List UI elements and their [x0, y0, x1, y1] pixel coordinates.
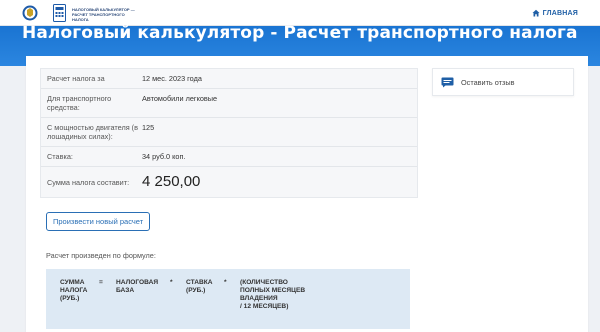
row-label: Ставка:	[47, 152, 73, 161]
result-table: Расчет налога за 12 мес. 2023 года Для т…	[40, 68, 418, 198]
home-link-label: ГЛАВНАЯ	[542, 9, 578, 17]
table-row: Ставка: 34 руб.0 коп.	[41, 147, 417, 167]
logo-text-line: НАЛОГА	[72, 17, 89, 22]
fns-emblem-icon[interactable]	[22, 4, 38, 22]
row-value: 125	[142, 123, 155, 132]
table-row: С мощностью двигателя (в лошадиных силах…	[41, 118, 417, 147]
total-value: 4 250,00	[142, 173, 201, 190]
formula-multiply: *	[170, 279, 173, 286]
new-calculation-button[interactable]: Произвести новый расчет	[46, 212, 151, 231]
page-title: Налоговый калькулятор - Расчет транспорт…	[22, 23, 578, 43]
formula-multiply: *	[224, 279, 227, 286]
formula-rate: СТАВКА (РУБ.)	[186, 279, 213, 294]
formula-sum: СУММА НАЛОГА (РУБ.)	[60, 279, 88, 302]
chat-bubble-icon	[441, 77, 454, 87]
total-row: Сумма налога составит: 4 250,00	[41, 167, 417, 197]
home-icon	[532, 9, 540, 17]
table-row: Для транспортного средства: Автомобили л…	[41, 89, 417, 118]
feedback-button[interactable]: Оставить отзыв	[432, 68, 574, 96]
row-value: 12 мес. 2023 года	[142, 74, 202, 83]
logo-text[interactable]: НАЛОГОВЫЙ КАЛЬКУЛЯТОР — РАСЧЕТ ТРАНСПОРТ…	[72, 7, 152, 22]
table-row: Расчет налога за 12 мес. 2023 года	[41, 69, 417, 89]
row-label: Для транспортного средства:	[47, 94, 112, 112]
total-label: Сумма налога составит:	[47, 177, 130, 187]
formula-base: НАЛОГОВАЯ БАЗА	[116, 279, 159, 294]
feedback-label: Оставить отзыв	[461, 77, 515, 87]
calculator-doc-icon[interactable]	[53, 4, 66, 22]
row-label: Расчет налога за	[47, 74, 105, 83]
main-card: Расчет налога за 12 мес. 2023 года Для т…	[26, 56, 588, 332]
formula-box: СУММА НАЛОГА (РУБ.) = НАЛОГОВАЯ БАЗА * С…	[46, 269, 410, 329]
row-value: 34 руб.0 коп.	[142, 152, 186, 161]
row-label: С мощностью двигателя (в лошадиных силах…	[47, 123, 138, 141]
formula-equals: =	[99, 279, 103, 286]
formula-caption: Расчет произведен по формуле:	[46, 251, 156, 260]
home-link[interactable]: ГЛАВНАЯ	[532, 9, 578, 17]
formula-months: (КОЛИЧЕСТВО ПОЛНЫХ МЕСЯЦЕВ ВЛАДЕНИЯ / 12…	[240, 279, 306, 310]
row-value: Автомобили легковые	[142, 94, 218, 103]
